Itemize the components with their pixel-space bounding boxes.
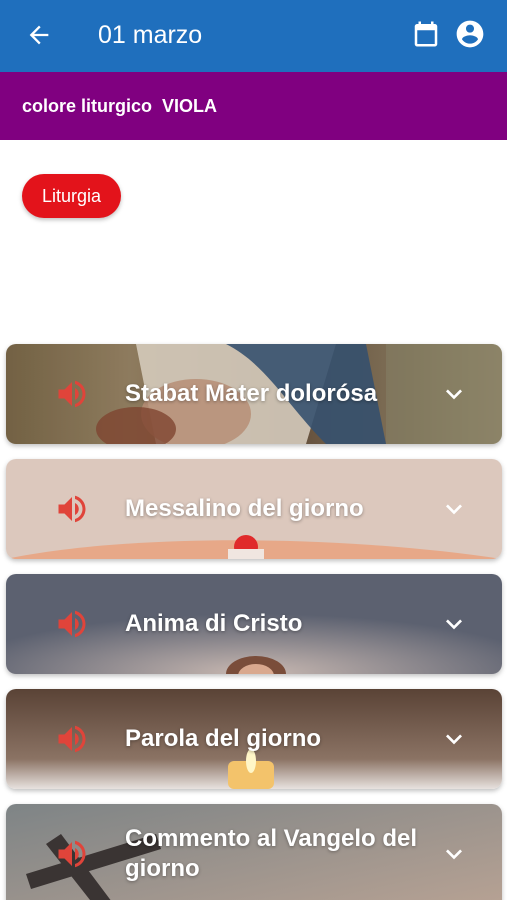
card-title: Parola del giorno xyxy=(125,725,322,752)
speaker-icon[interactable] xyxy=(54,491,90,527)
arrow-back-icon[interactable] xyxy=(22,18,56,52)
account-circle-icon[interactable] xyxy=(452,16,488,52)
liturgical-color-label: colore liturgico xyxy=(22,95,153,116)
card-title: Commento al Vangelo del giorno xyxy=(125,825,418,882)
card-stabat-mater[interactable]: Stabat Mater dolorósa xyxy=(6,344,502,444)
liturgical-color-value: VIOLA xyxy=(162,95,218,116)
speaker-icon[interactable] xyxy=(54,836,90,872)
speaker-icon[interactable] xyxy=(54,606,90,642)
chevron-down-icon[interactable] xyxy=(438,608,470,640)
calendar-icon[interactable] xyxy=(408,16,444,52)
chevron-down-icon[interactable] xyxy=(438,723,470,755)
card-title: Anima di Cristo xyxy=(125,610,303,637)
card-commento-vangelo[interactable]: Commento al Vangelo del giorno xyxy=(6,804,502,900)
speaker-icon[interactable] xyxy=(54,721,90,757)
card-anima-di-cristo[interactable]: Anima di Cristo xyxy=(6,574,502,674)
chevron-down-icon[interactable] xyxy=(438,838,470,870)
page-title: 01 marzo xyxy=(98,21,203,49)
speaker-icon[interactable] xyxy=(54,376,90,412)
app-bar: 01 marzo xyxy=(0,0,507,72)
card-title: Messalino del giorno xyxy=(125,495,364,522)
chevron-down-icon[interactable] xyxy=(438,493,470,525)
liturgia-chip[interactable]: Liturgia xyxy=(22,174,121,218)
liturgical-color-bar: colore liturgico VIOLA xyxy=(0,72,507,140)
chevron-down-icon[interactable] xyxy=(438,378,470,410)
card-parola-del-giorno[interactable]: Parola del giorno xyxy=(6,689,502,789)
card-messalino[interactable]: Messalino del giorno xyxy=(6,459,502,559)
card-title: Stabat Mater dolorósa xyxy=(125,380,378,407)
